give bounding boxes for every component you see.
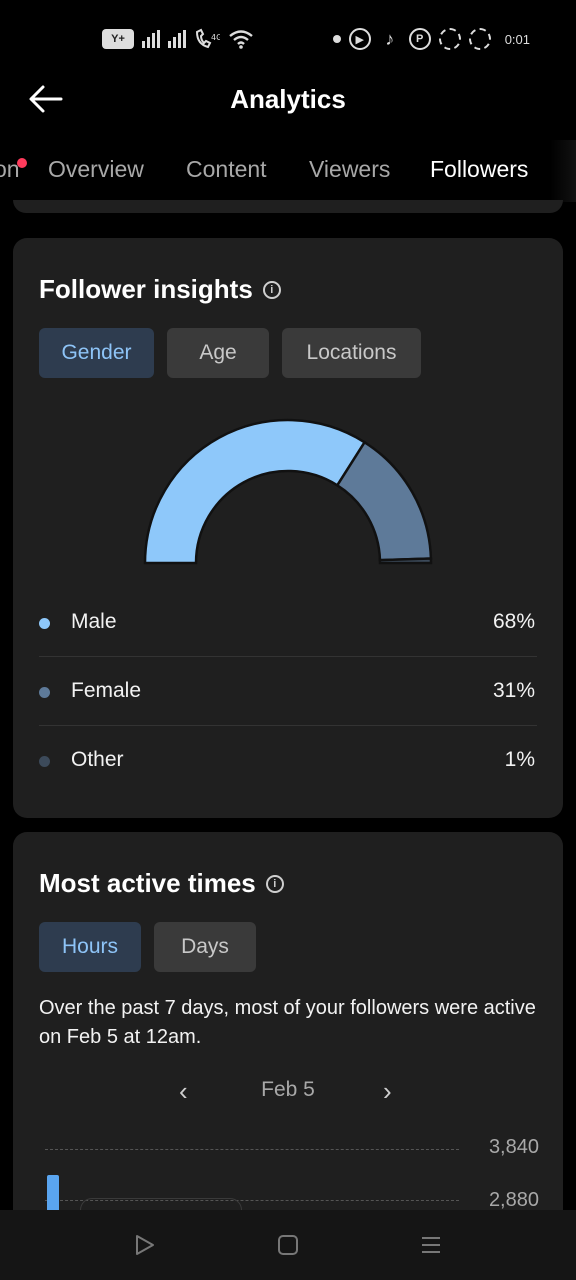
notification-dot-icon [332,35,341,43]
legend-dot-female [39,687,50,698]
previous-card-edge [13,200,563,213]
back-nav-icon[interactable] [132,1232,158,1258]
wifi-calling-icon: 4G [195,28,220,49]
most-active-times-title: Most active times [39,868,256,898]
system-nav-bar [0,1210,576,1280]
menu-nav-icon[interactable] [418,1232,444,1258]
filter-days[interactable]: Days [154,922,256,972]
filter-locations[interactable]: Locations [282,328,421,378]
tiktok-icon: ♪ [385,28,395,49]
tab-bar: on Overview Content Viewers Followers [0,148,576,204]
most-active-times-heading: Most active times i [39,868,284,899]
legend-row-other: Other 1% [39,726,537,794]
tab-partial[interactable]: on [0,156,20,183]
pinterest-icon: P [408,28,431,50]
legend-row-male: Male 68% [39,588,537,656]
gauge-segment-other [378,557,433,565]
status-left: Y+ 4G [102,28,254,50]
legend-dot-male [39,618,50,629]
gauge-segment-male [143,418,367,565]
tab-overview[interactable]: Overview [48,156,144,183]
home-nav-icon[interactable] [275,1232,301,1258]
legend-label-other: Other [71,748,124,771]
svg-text:4G: 4G [211,33,220,42]
y-tick-label: 2,880 [488,1189,539,1211]
date-label: Feb 5 [261,1078,315,1101]
y-tick-label: 3,840 [488,1136,539,1158]
tab-viewers[interactable]: Viewers [309,156,390,183]
info-icon[interactable]: i [265,874,284,893]
youtube-icon: ▶ [348,28,371,50]
legend-value-male: 68% [492,610,535,633]
most-active-times-card: Most active times i Hours Days Over the … [13,832,563,1232]
app-header: Analytics [0,70,576,130]
date-navigator: ‹ Feb 5 › [13,1072,563,1112]
chevron-right-icon[interactable]: › [383,1076,392,1107]
follower-insights-heading: Follower insights i [39,274,281,305]
tab-followers[interactable]: Followers [430,156,528,183]
chart-gridline [45,1149,459,1150]
follower-insights-title: Follower insights [39,274,253,304]
info-icon[interactable]: i [262,280,281,299]
clock: 0:01 [504,31,530,47]
filter-age[interactable]: Age [167,328,269,378]
signal-icon-2 [168,30,186,48]
legend-label-male: Male [71,610,117,633]
legend-row-female: Female 31% [39,657,537,725]
legend-dot-other [39,756,50,767]
gender-gauge-chart [143,418,433,565]
filter-gender[interactable]: Gender [39,328,154,378]
tab-overflow-fade [550,140,576,202]
legend-value-other: 1% [504,748,535,771]
page-title: Analytics [230,84,346,114]
legend-value-female: 31% [492,679,535,702]
sync-icon-2 [468,28,491,50]
sim-icon: Y+ [102,29,134,49]
active-times-summary: Over the past 7 days, most of your follo… [39,997,536,1048]
status-bar: Y+ 4G ▶ ♪ P 0:01 [0,0,576,78]
tab-content[interactable]: Content [186,156,267,183]
legend-label-female: Female [71,679,142,702]
sync-icon [438,28,461,50]
follower-insights-card: Follower insights i Gender Age Locations… [13,238,563,818]
wifi-icon [229,30,253,49]
filter-hours[interactable]: Hours [39,922,141,972]
signal-icon [142,30,160,48]
status-right: ▶ ♪ P 0:01 [332,28,530,50]
